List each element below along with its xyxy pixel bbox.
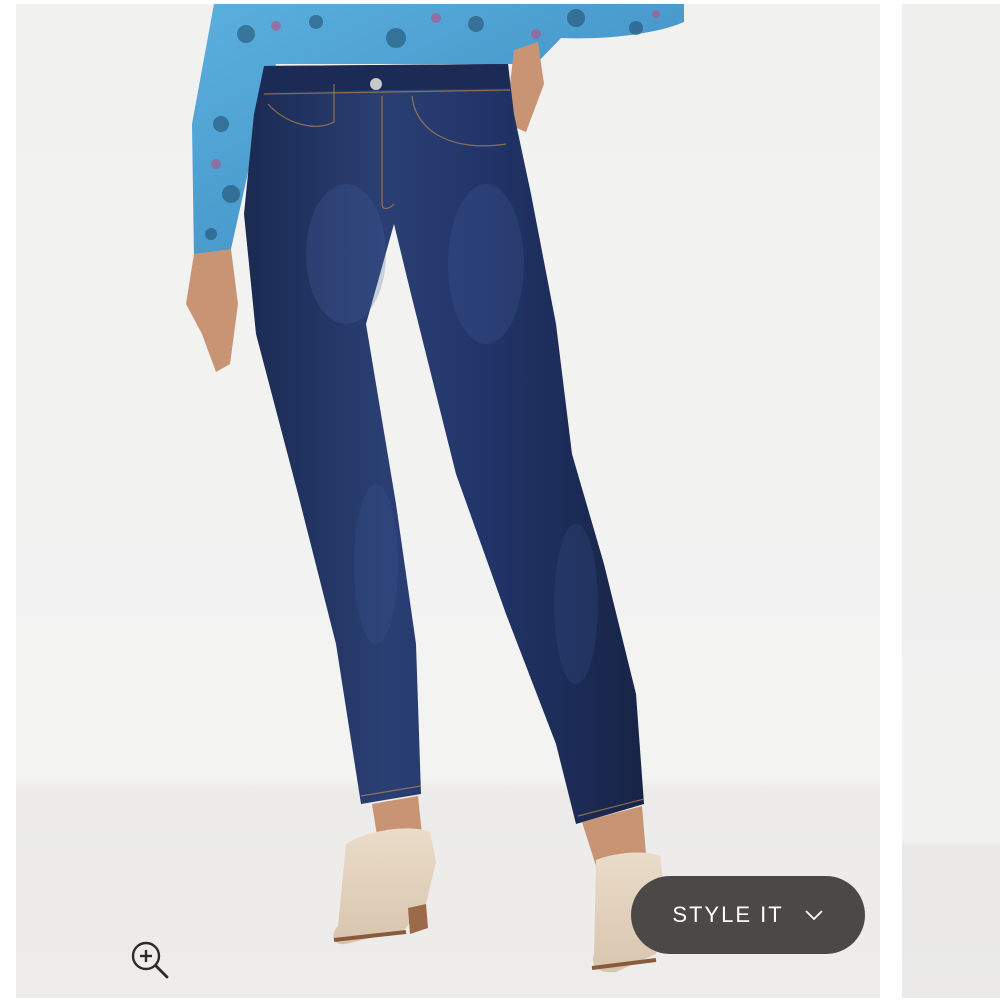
zoom-in-icon xyxy=(131,941,169,979)
product-image-next[interactable] xyxy=(902,4,1000,998)
product-photo xyxy=(186,4,684,973)
zoom-button[interactable] xyxy=(126,936,174,984)
product-gallery: STYLE IT xyxy=(0,0,1000,1000)
style-it-label: STYLE IT xyxy=(672,902,784,927)
chevron-down-icon xyxy=(804,909,824,921)
product-image-main[interactable] xyxy=(16,4,880,998)
style-it-button[interactable]: STYLE IT xyxy=(631,876,865,954)
